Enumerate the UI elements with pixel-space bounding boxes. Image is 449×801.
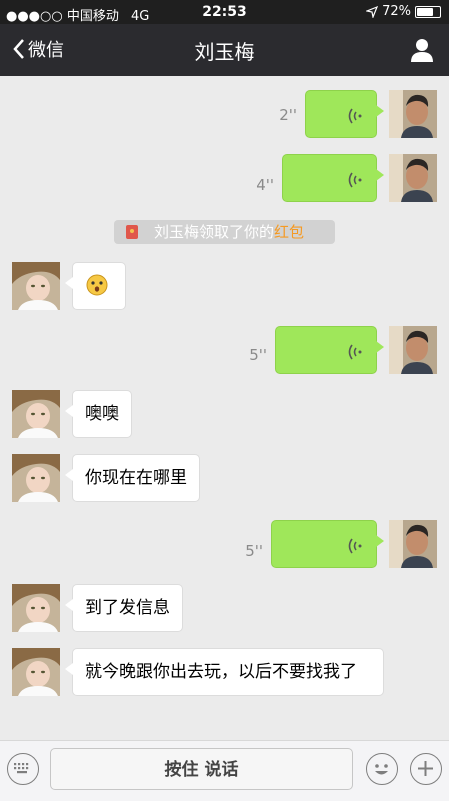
avatar-contact-image [12, 648, 60, 696]
smiley-icon [375, 764, 388, 775]
voice-message-bubble[interactable] [282, 154, 384, 202]
notice-text: 刘玉梅领取了你的红包 [154, 223, 305, 241]
chat-title: 刘玉梅 [194, 40, 255, 64]
input-bar: 按住 说话 [0, 740, 449, 801]
profile-icon[interactable] [409, 37, 435, 63]
avatar-contact-image [12, 584, 60, 632]
keyboard-toggle-button[interactable] [7, 753, 39, 785]
hold-to-talk-button[interactable]: 按住 说话 [50, 748, 353, 790]
emoji-message-bubble[interactable] [65, 262, 126, 310]
voice-wave-icon [348, 344, 362, 360]
voice-wave-icon [348, 172, 362, 188]
voice-message-bubble[interactable] [275, 326, 384, 374]
battery-icon [415, 5, 441, 18]
avatar-contact[interactable] [12, 584, 60, 632]
text-message-bubble[interactable]: 到了发信息 [65, 584, 183, 632]
avatar-self[interactable] [389, 154, 437, 202]
location-arrow-icon [366, 5, 379, 18]
emoji-button[interactable] [366, 753, 398, 785]
red-packet-icon [126, 225, 138, 239]
avatar-self-image [389, 326, 437, 374]
voice-duration: 5'' [249, 346, 267, 364]
red-packet-notice[interactable]: 刘玉梅领取了你的红包 [114, 220, 335, 244]
voice-duration: 4'' [256, 176, 274, 194]
text-message-bubble[interactable]: 噢噢 [65, 390, 132, 438]
avatar-self-image [389, 520, 437, 568]
text-message-bubble[interactable]: 你现在在哪里 [65, 454, 200, 502]
avatar-contact[interactable] [12, 262, 60, 310]
avatar-contact[interactable] [12, 390, 60, 438]
voice-message-bubble[interactable] [305, 90, 384, 138]
avatar-self[interactable] [389, 520, 437, 568]
red-packet-link[interactable]: 红包 [274, 223, 304, 241]
more-actions-button[interactable] [410, 753, 442, 785]
avatar-contact[interactable] [12, 454, 60, 502]
voice-wave-icon [348, 538, 362, 554]
shocked-face-emoji-icon [86, 274, 108, 296]
avatar-self[interactable] [389, 326, 437, 374]
avatar-contact-image [12, 390, 60, 438]
avatar-contact[interactable] [12, 648, 60, 696]
voice-duration: 5'' [245, 542, 263, 560]
status-bar: ●●●○○ 中国移动 4G 22:53 72% [0, 0, 449, 24]
plus-icon [418, 761, 433, 776]
avatar-contact-image [12, 262, 60, 310]
text-message-bubble[interactable]: 就今晚跟你出去玩，以后不要找我了 [65, 648, 384, 696]
avatar-self[interactable] [389, 90, 437, 138]
voice-duration: 2'' [279, 106, 297, 124]
avatar-self-image [389, 90, 437, 138]
chat-history[interactable]: 2'' 4'' 刘玉梅领取了你的红包 5'' 噢噢 你现在在哪里 5'' 到了发… [0, 76, 449, 740]
avatar-contact-image [12, 454, 60, 502]
battery-area: 72% [366, 4, 441, 19]
voice-message-bubble[interactable] [271, 520, 384, 568]
keyboard-icon [14, 763, 29, 774]
avatar-self-image [389, 154, 437, 202]
voice-wave-icon [348, 108, 362, 124]
battery-percent: 72% [382, 4, 411, 19]
nav-bar: 微信 刘玉梅 [0, 24, 449, 76]
